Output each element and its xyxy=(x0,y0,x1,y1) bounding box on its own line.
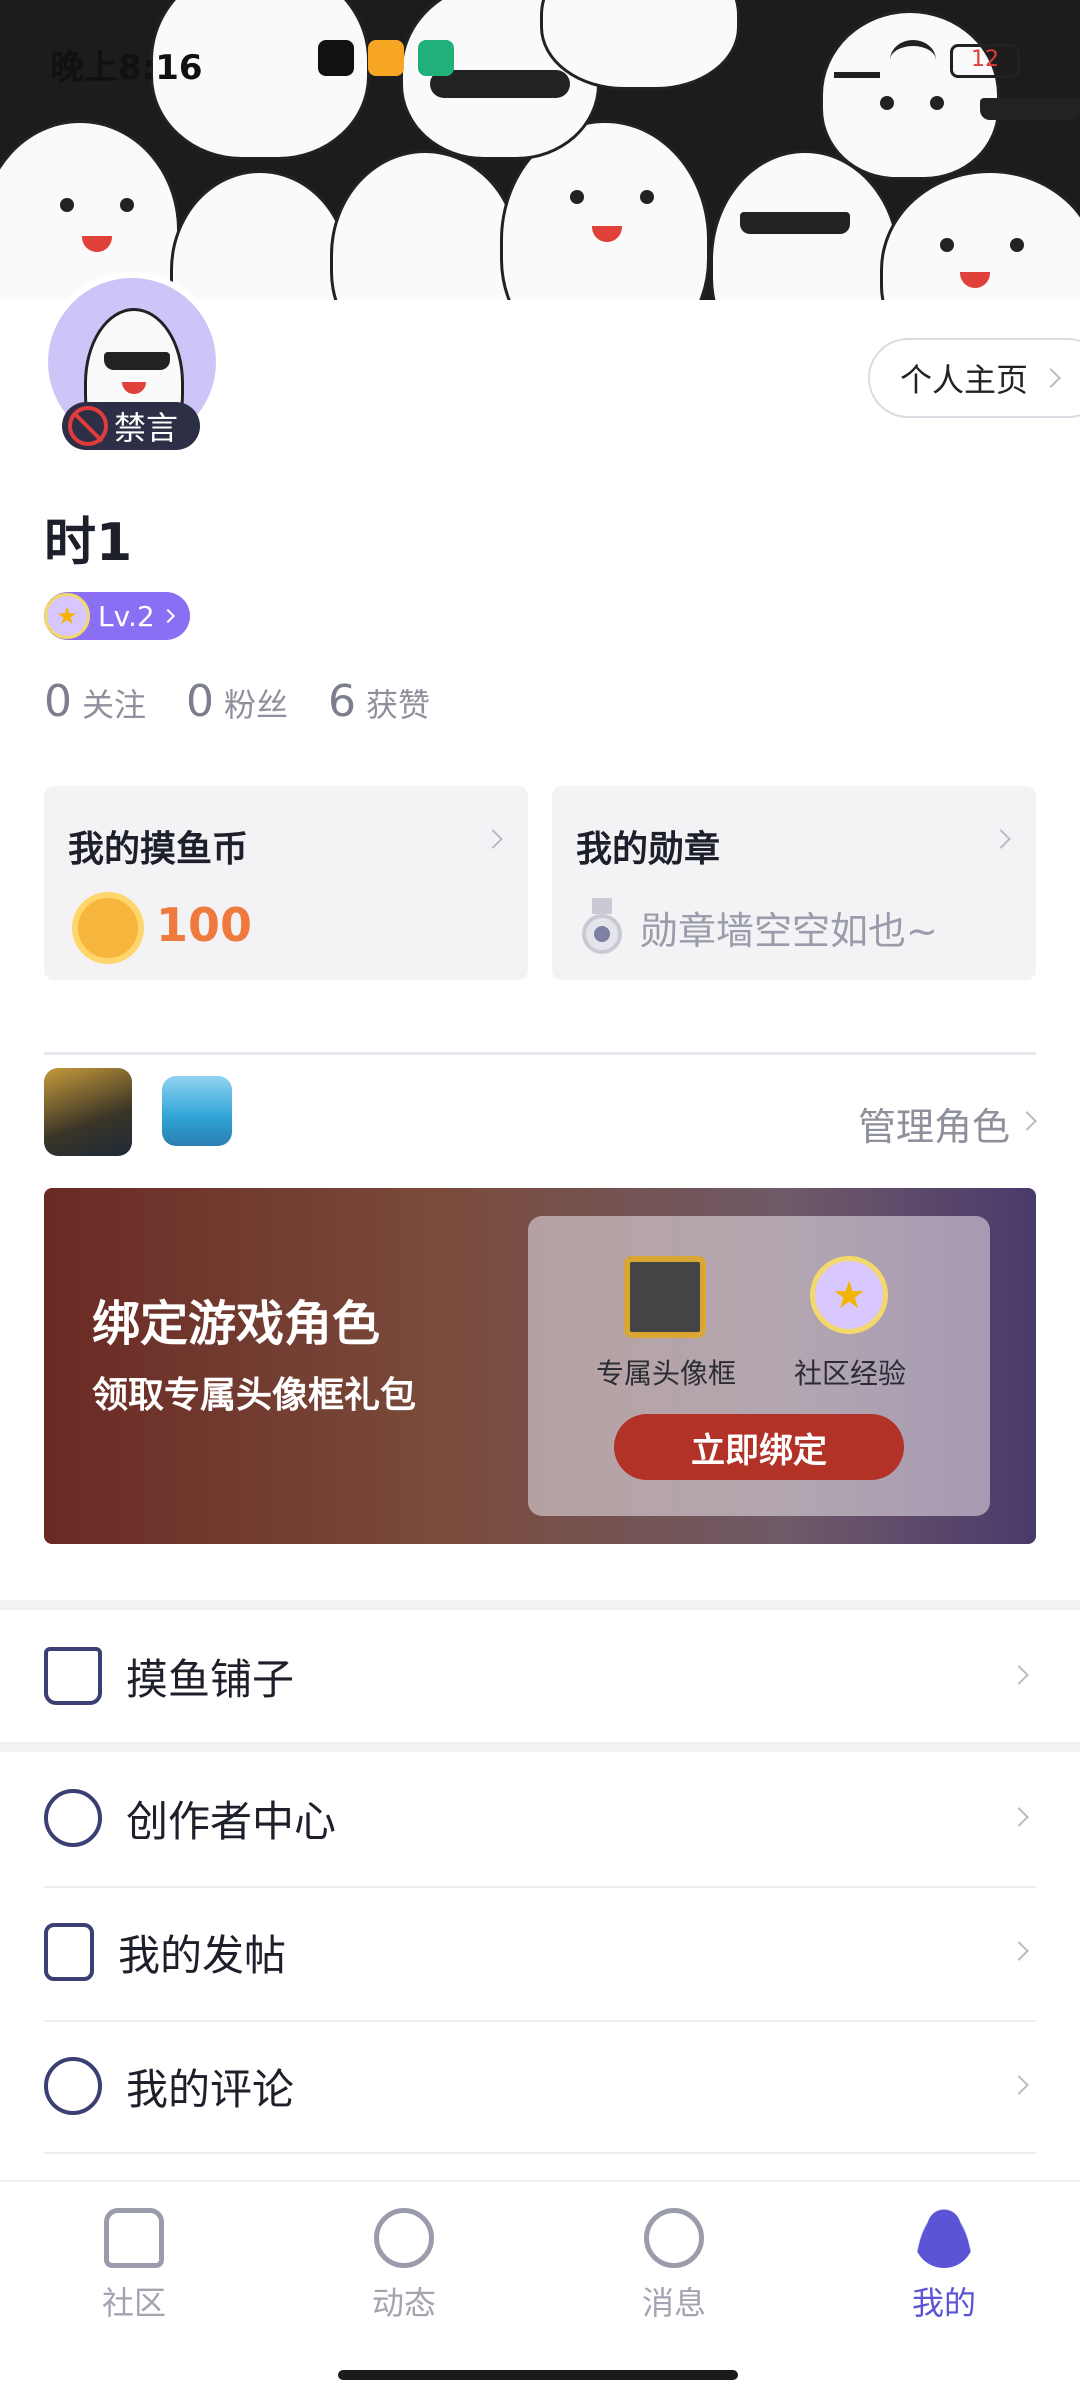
bind-rewards-panel: ★ 专属头像框 社区经验 立即绑定 xyxy=(528,1216,990,1516)
mute-badge: 禁言 xyxy=(62,402,200,450)
status-bar: 晚上8:16 12 xyxy=(0,0,1080,120)
tab-label: 消息 xyxy=(641,2284,706,2322)
bind-title: 绑定游戏角色 xyxy=(92,1296,381,1352)
following-count[interactable]: 0 xyxy=(44,676,72,727)
status-time: 晚上8:16 xyxy=(50,48,203,88)
chat-icon xyxy=(644,2208,704,2268)
chevron-right-icon xyxy=(1017,1111,1037,1131)
bind-now-button[interactable]: 立即绑定 xyxy=(614,1414,904,1480)
comment-icon xyxy=(44,2057,102,2115)
user-icon xyxy=(914,2208,974,2268)
tab-messages[interactable]: 消息 xyxy=(604,2208,744,2324)
tab-label: 社区 xyxy=(101,2284,166,2322)
bind-subtitle: 领取专属头像框礼包 xyxy=(92,1375,417,1416)
community-exp-icon: ★ xyxy=(810,1256,888,1334)
row-divider xyxy=(44,2152,1036,2154)
personal-homepage-label: 个人主页 xyxy=(900,361,1029,399)
shop-icon xyxy=(44,1647,102,1705)
avatar-frame-icon xyxy=(624,1256,706,1338)
level-badge[interactable]: ★ Lv.2 xyxy=(44,592,190,640)
menu-item-label: 我的评论 xyxy=(126,2064,295,2114)
following-label[interactable]: 关注 xyxy=(82,680,146,726)
my-coins-card[interactable]: 我的摸鱼币 100 xyxy=(44,786,528,980)
menu-item-label: 摸鱼铺子 xyxy=(126,1654,295,1704)
username: 时1 xyxy=(44,513,133,573)
bottom-tab-bar: 社区 动态 消息 我的 xyxy=(0,2180,1080,2400)
followers-label[interactable]: 粉丝 xyxy=(224,680,288,726)
battery-level: 12 xyxy=(971,47,999,72)
bind-game-role-banner[interactable]: 绑定游戏角色 领取专属头像框礼包 ★ 专属头像框 社区经验 立即绑定 xyxy=(44,1188,1036,1544)
manage-roles-link[interactable]: 管理角色 xyxy=(858,1096,1010,1151)
profile-stats: 0 关注 0 粉丝 6 获赞 xyxy=(44,676,470,727)
tab-community[interactable]: 社区 xyxy=(64,2208,204,2324)
notes-icon xyxy=(368,40,404,76)
chevron-right-icon xyxy=(1009,1665,1029,1685)
forbidden-icon xyxy=(68,406,108,446)
level-label: Lv.2 xyxy=(98,599,155,633)
signal-icon xyxy=(834,44,880,78)
tiktok-icon xyxy=(318,40,354,76)
menu-item-my-comments[interactable]: 我的评论 xyxy=(44,2020,1036,2152)
level-star-icon: ★ xyxy=(44,593,90,639)
document-icon xyxy=(44,1923,94,1981)
tab-feed[interactable]: 动态 xyxy=(334,2208,474,2324)
menu-item-creator-center[interactable]: 创作者中心 xyxy=(44,1752,1036,1884)
vpn-icon xyxy=(418,40,454,76)
section-separator xyxy=(0,1600,1080,1610)
coins-title: 我的摸鱼币 xyxy=(68,829,249,870)
compass-icon xyxy=(374,2208,434,2268)
medal-icon xyxy=(582,898,622,954)
tab-me[interactable]: 我的 xyxy=(874,2208,1014,2324)
palette-icon xyxy=(44,1789,102,1847)
chevron-right-icon xyxy=(483,829,503,849)
my-medals-card[interactable]: 我的勋章 勋章墙空空如也~ xyxy=(552,786,1036,980)
menu-item-label: 我的发帖 xyxy=(118,1930,287,1980)
chevron-right-icon xyxy=(1009,2075,1029,2095)
personal-homepage-button[interactable]: 个人主页 xyxy=(868,338,1080,418)
followers-count[interactable]: 0 xyxy=(186,676,214,727)
reward-avatar-frame-label: 专属头像框 xyxy=(595,1357,736,1390)
chevron-right-icon xyxy=(1041,368,1061,388)
coins-value: 100 xyxy=(156,898,253,952)
chevron-right-icon xyxy=(160,608,175,624)
mute-label: 禁言 xyxy=(114,409,179,447)
battery-icon: 12 xyxy=(950,44,1020,78)
chevron-right-icon xyxy=(1009,1941,1029,1961)
menu-item-label: 创作者中心 xyxy=(126,1796,337,1846)
tab-label: 我的 xyxy=(911,2284,976,2322)
medals-title: 我的勋章 xyxy=(576,829,721,870)
divider xyxy=(44,1052,1036,1055)
home-icon xyxy=(104,2208,164,2268)
bind-now-label: 立即绑定 xyxy=(691,1430,827,1471)
chevron-right-icon xyxy=(1009,1807,1029,1827)
wifi-icon xyxy=(890,40,936,80)
pubg-game-icon[interactable] xyxy=(44,1068,132,1156)
menu-item-shop[interactable]: 摸鱼铺子 xyxy=(44,1610,1036,1742)
section-separator xyxy=(0,1742,1080,1752)
likes-label: 获赞 xyxy=(366,686,431,724)
likes-count: 6 xyxy=(328,676,357,727)
reward-community-exp-label: 社区经验 xyxy=(793,1357,906,1390)
menu-item-my-posts[interactable]: 我的发帖 xyxy=(44,1886,1036,2018)
chevron-right-icon xyxy=(991,829,1011,849)
home-indicator xyxy=(338,2370,738,2380)
medals-empty-text: 勋章墙空空如也~ xyxy=(640,909,938,953)
tab-label: 动态 xyxy=(371,2284,436,2322)
coin-icon xyxy=(72,892,144,964)
island-game-icon[interactable] xyxy=(162,1076,232,1146)
